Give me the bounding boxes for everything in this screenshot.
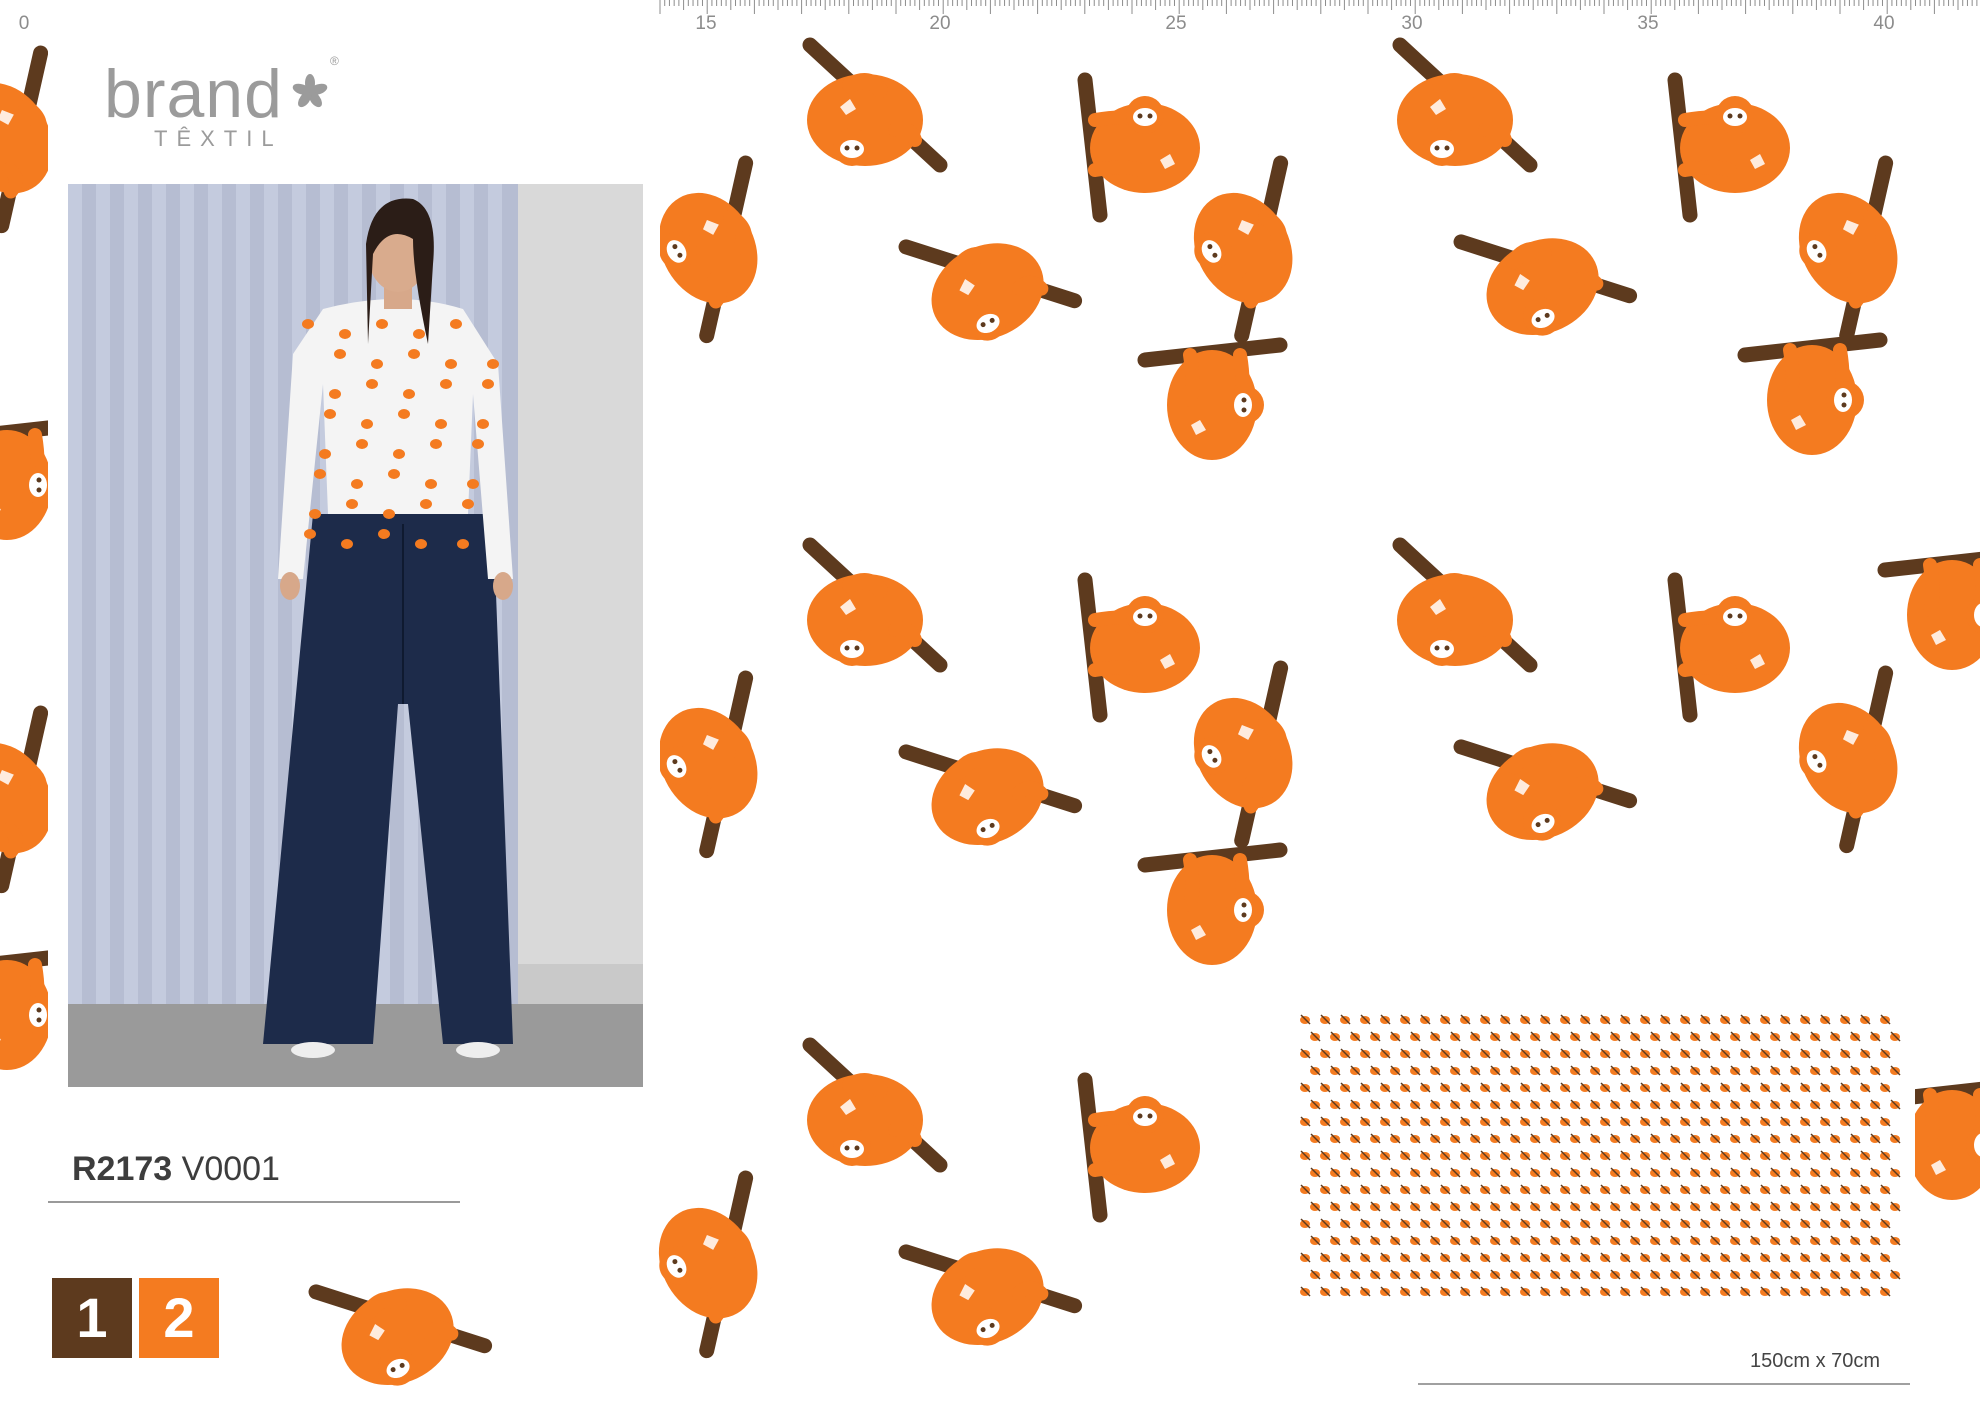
sloth-icon bbox=[1745, 340, 1880, 455]
sloth-icon bbox=[1085, 1080, 1200, 1215]
product-variant: V0001 bbox=[181, 1150, 280, 1188]
ruler-label: 25 bbox=[1165, 13, 1187, 34]
ruler-label: 40 bbox=[1873, 13, 1895, 34]
sloth-icon bbox=[1085, 580, 1200, 715]
sloth-icon bbox=[1885, 555, 1980, 670]
sloth-icon bbox=[807, 545, 940, 666]
sloth-icon bbox=[903, 1197, 1075, 1363]
sloth-icon bbox=[313, 1237, 485, 1403]
product-code: R2173 V0001 bbox=[72, 1150, 280, 1189]
sloth-icon bbox=[1458, 187, 1630, 353]
model-photo bbox=[68, 184, 643, 1087]
sloth-icon bbox=[1397, 45, 1530, 166]
sloth-icon bbox=[807, 45, 940, 166]
fabric-swatch-preview bbox=[1295, 1010, 1915, 1312]
sloth-icon bbox=[1085, 80, 1200, 215]
badge-number-1: 1 bbox=[52, 1278, 132, 1358]
sloth-icon bbox=[903, 192, 1075, 358]
sloth-icon bbox=[1779, 670, 1950, 846]
ruler-label: 35 bbox=[1637, 13, 1659, 34]
sloth-icon bbox=[1458, 692, 1630, 858]
brand-logo: brand ® TÊXTIL bbox=[104, 54, 344, 154]
ruler-label: 30 bbox=[1401, 13, 1423, 34]
ruler-label: 0 bbox=[18, 13, 30, 34]
sloth-icon bbox=[639, 675, 810, 851]
sloth-icon bbox=[1675, 580, 1790, 715]
sloth-icon bbox=[1675, 80, 1790, 215]
ruler-label: 15 bbox=[695, 13, 717, 34]
sloth-icon bbox=[903, 697, 1075, 863]
sloth-icon bbox=[807, 1045, 940, 1166]
badge-number-2: 2 bbox=[139, 1278, 219, 1358]
sloth-icon bbox=[1174, 665, 1345, 841]
code-underline bbox=[48, 1201, 460, 1203]
flower-icon bbox=[292, 74, 328, 108]
catalog-page: 0 15 20 25 30 35 40 brand ® TÊXTIL R2173… bbox=[0, 0, 1980, 1408]
registered-mark: ® bbox=[330, 54, 339, 68]
sloth-icon bbox=[1145, 850, 1280, 965]
swatch-underline bbox=[1418, 1383, 1910, 1385]
sloth-icon bbox=[639, 1175, 810, 1351]
ruler bbox=[659, 0, 1978, 14]
ruler-label: 20 bbox=[929, 13, 951, 34]
swatch-size-label: 150cm x 70cm bbox=[1750, 1350, 1881, 1372]
sloth-icon bbox=[1779, 160, 1950, 336]
sloth-icon bbox=[1145, 345, 1280, 460]
brand-subtitle: TÊXTIL bbox=[154, 126, 283, 151]
sloth-icon bbox=[639, 160, 810, 336]
sloth-icon bbox=[1397, 545, 1530, 666]
sloth-icon bbox=[1174, 160, 1345, 336]
brand-name: brand bbox=[104, 56, 283, 132]
product-ref: R2173 bbox=[72, 1150, 173, 1188]
